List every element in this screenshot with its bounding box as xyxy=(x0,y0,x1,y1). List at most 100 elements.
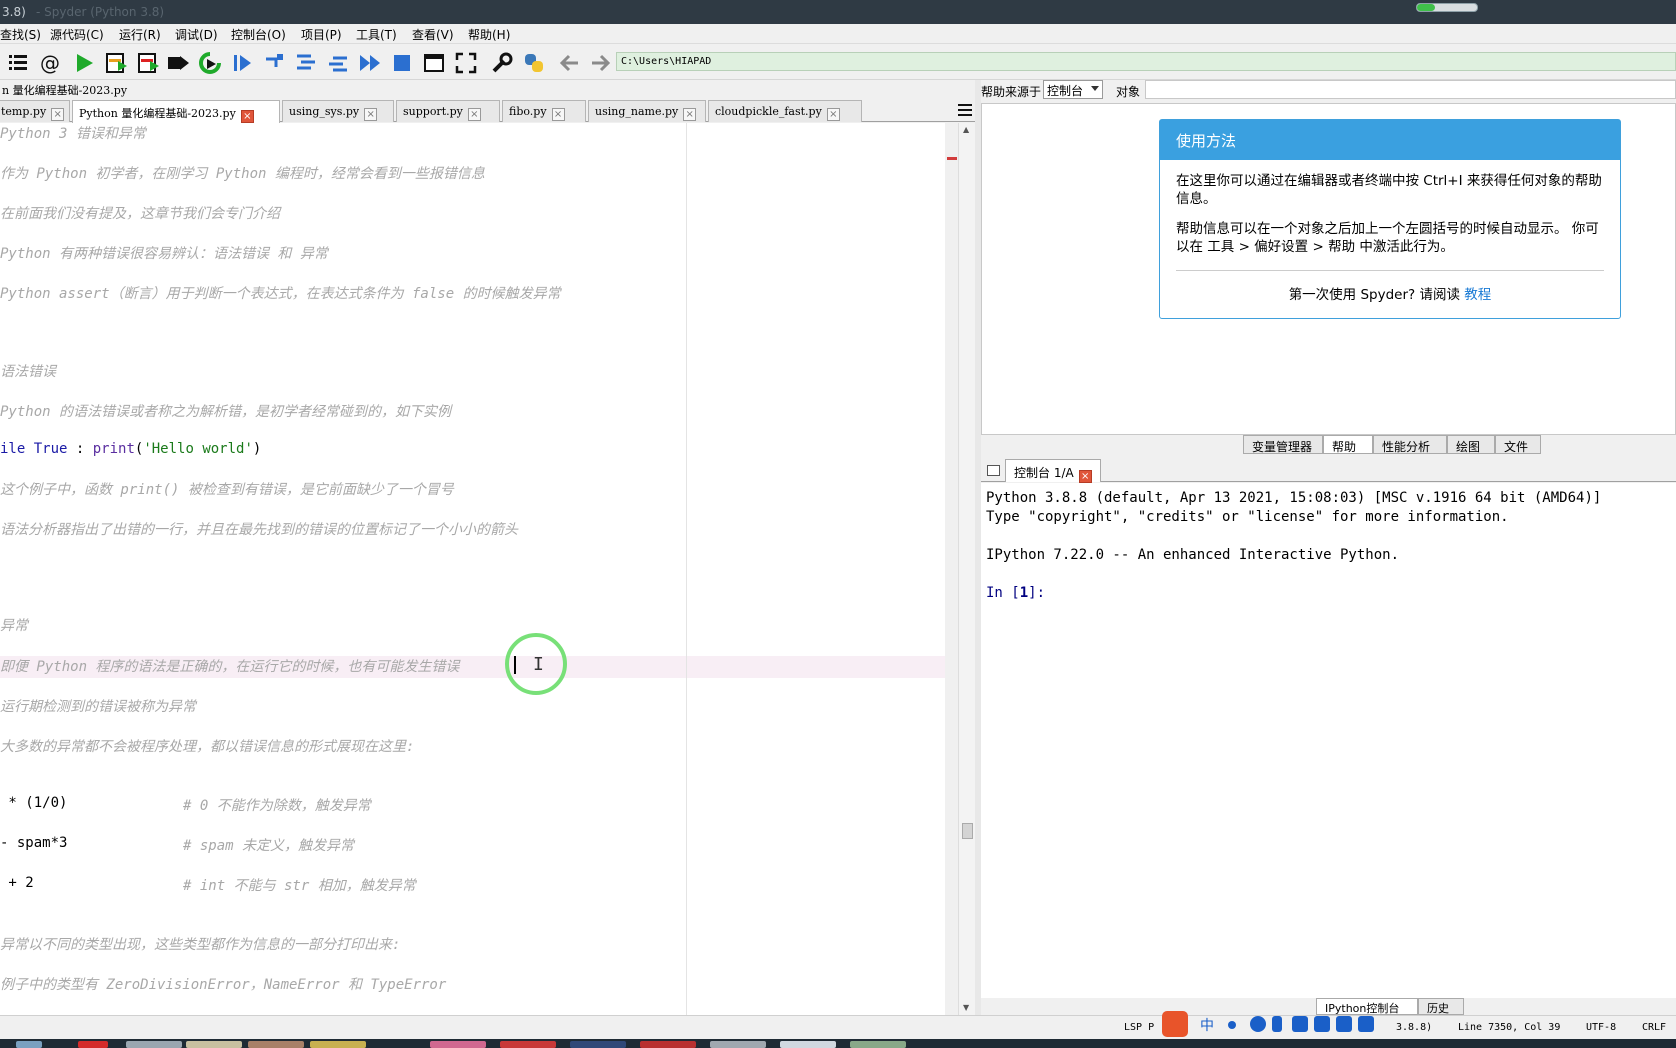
toolbox-icon[interactable] xyxy=(1358,1016,1374,1032)
ime-mode-text[interactable]: 中 xyxy=(1200,1015,1214,1035)
code-line: 即便 Python 程序的语法是正确的，在运行它的时候，也有可能发生错误 xyxy=(0,659,460,675)
tab-cloudpickle-fast[interactable]: cloudpickle_fast.py × xyxy=(708,100,862,122)
close-icon[interactable]: × xyxy=(551,108,565,121)
forward-arrow-icon[interactable] xyxy=(588,51,612,75)
taskbar-item[interactable] xyxy=(310,1041,366,1048)
tab-console-1[interactable]: 控制台 1/A × xyxy=(1005,459,1101,483)
console-line: IPython 7.22.0 -- An enhanced Interactiv… xyxy=(986,547,1400,563)
python-path-icon[interactable] xyxy=(522,51,546,75)
code-editor[interactable]: Python 3 错误和异常 作为 Python 初学者，在刚学习 Python… xyxy=(0,123,945,1016)
taskbar-item[interactable] xyxy=(850,1041,906,1048)
punctuation-icon[interactable] xyxy=(1228,1021,1236,1029)
close-icon[interactable]: × xyxy=(467,108,481,121)
debug-icon[interactable] xyxy=(230,51,254,75)
status-bar: LSP P 3.8.8) Line 7350, Col 39 UTF-8 CRL… xyxy=(0,1015,1676,1039)
menu-source[interactable]: 源代码(C) xyxy=(50,26,104,43)
scroll-up-icon[interactable]: ▲ xyxy=(963,125,969,134)
tab-temp[interactable]: temp.py × xyxy=(0,100,70,122)
tab-profiler[interactable]: 性能分析 xyxy=(1373,435,1447,454)
working-directory-input[interactable]: C:\Users\HIAPAD xyxy=(616,52,1676,71)
menu-tools[interactable]: 工具(T) xyxy=(356,26,397,43)
run-cell-advance-icon[interactable] xyxy=(136,51,160,75)
console-options-icon[interactable] xyxy=(987,465,1000,476)
ipython-console[interactable]: Python 3.8.8 (default, Apr 13 2021, 15:0… xyxy=(981,483,1676,998)
tab-using-sys[interactable]: using_sys.py × xyxy=(282,100,394,122)
scroll-down-icon[interactable]: ▼ xyxy=(963,1003,969,1012)
back-arrow-icon[interactable] xyxy=(558,51,582,75)
step-return-icon[interactable] xyxy=(326,51,350,75)
taskbar-item[interactable] xyxy=(430,1041,486,1048)
edge-line xyxy=(686,123,687,1016)
scrollbar-thumb[interactable] xyxy=(962,823,973,839)
close-icon[interactable]: × xyxy=(51,108,65,121)
tab-support[interactable]: support.py × xyxy=(396,100,500,122)
tab-history[interactable]: 历史 xyxy=(1418,998,1464,1015)
help-source-select[interactable]: 控制台 xyxy=(1043,80,1103,99)
step-into-icon[interactable] xyxy=(294,51,318,75)
menu-project[interactable]: 项目(P) xyxy=(301,26,342,43)
close-icon[interactable]: × xyxy=(364,108,378,121)
preferences-wrench-icon[interactable] xyxy=(490,51,514,75)
taskbar-item[interactable] xyxy=(710,1041,766,1048)
emoji-icon[interactable] xyxy=(1250,1016,1266,1032)
console-line: Type "copyright", "credits" or "license"… xyxy=(986,509,1509,525)
help-footer-text: 第一次使用 Spyder? 请阅读 xyxy=(1288,287,1460,303)
menu-console[interactable]: 控制台(O) xyxy=(231,26,286,43)
close-icon[interactable]: × xyxy=(240,110,254,123)
taskbar-item[interactable] xyxy=(126,1041,182,1048)
taskbar-item[interactable] xyxy=(78,1041,108,1048)
user-icon[interactable] xyxy=(1314,1016,1330,1032)
continue-icon[interactable] xyxy=(358,51,382,75)
fullscreen-icon[interactable] xyxy=(454,51,478,75)
tab-variable-explorer[interactable]: 变量管理器 xyxy=(1243,435,1323,454)
taskbar-item[interactable] xyxy=(570,1041,626,1048)
taskbar-item[interactable] xyxy=(248,1041,304,1048)
outline-list-icon[interactable] xyxy=(6,51,30,75)
code-line: Python 的语法错误或者称之为解析错，是初学者经常碰到的，如下实例 xyxy=(0,404,451,420)
help-toolbar: 帮助来源于 控制台 对象 xyxy=(981,80,1676,102)
taskbar-item[interactable] xyxy=(186,1041,242,1048)
taskbar-item[interactable] xyxy=(780,1041,836,1048)
taskbar-item[interactable] xyxy=(640,1041,696,1048)
run-cell-icon[interactable] xyxy=(104,51,128,75)
help-object-input[interactable] xyxy=(1145,80,1676,99)
titlebar-progress xyxy=(1416,3,1478,12)
close-icon[interactable]: × xyxy=(1078,470,1092,483)
code-builtin: print xyxy=(92,441,135,457)
eol-status: CRLF xyxy=(1642,1022,1667,1033)
menu-run[interactable]: 运行(R) xyxy=(119,26,161,43)
tab-plots[interactable]: 绘图 xyxy=(1447,435,1495,454)
maximize-pane-icon[interactable] xyxy=(422,51,446,75)
editor-scrollbar[interactable]: ▲ ▼ xyxy=(958,123,975,1016)
tab-using-name[interactable]: using_name.py × xyxy=(588,100,706,122)
code-line: 运行期检测到的错误被称为异常 xyxy=(0,699,196,715)
tab-files[interactable]: 文件 xyxy=(1495,435,1541,454)
keyboard-icon[interactable] xyxy=(1292,1016,1308,1032)
tab-help[interactable]: 帮助 xyxy=(1323,435,1373,454)
tutorial-link[interactable]: 教程 xyxy=(1464,287,1491,303)
tab-quant-basics[interactable]: Python 量化编程基础-2023.py × xyxy=(72,100,280,123)
taskbar-item[interactable] xyxy=(500,1041,556,1048)
code-line: Python 3 错误和异常 xyxy=(0,126,146,142)
rerun-icon[interactable] xyxy=(198,51,222,75)
skin-icon[interactable] xyxy=(1336,1016,1352,1032)
menu-search[interactable]: 查找(S) xyxy=(0,26,41,43)
code-comment: # 0 不能作为除数，触发异常 xyxy=(183,798,371,814)
tab-fibo[interactable]: fibo.py × xyxy=(502,100,586,122)
menu-view[interactable]: 查看(V) xyxy=(412,26,454,43)
tab-options-menu-icon[interactable] xyxy=(958,104,972,116)
lsp-status[interactable]: LSP P xyxy=(1124,1022,1154,1033)
at-symbol-icon[interactable]: @ xyxy=(38,51,62,75)
run-icon[interactable] xyxy=(72,51,96,75)
menu-debug[interactable]: 调试(D) xyxy=(175,26,218,43)
taskbar-item[interactable] xyxy=(16,1041,42,1048)
close-icon[interactable]: × xyxy=(826,108,840,121)
menu-help[interactable]: 帮助(H) xyxy=(468,26,510,43)
close-icon[interactable]: × xyxy=(683,108,697,121)
run-selection-icon[interactable] xyxy=(166,51,190,75)
step-icon[interactable] xyxy=(262,51,286,75)
sogou-ime-icon[interactable] xyxy=(1162,1011,1188,1037)
stop-icon[interactable] xyxy=(390,51,414,75)
microphone-icon[interactable] xyxy=(1272,1016,1282,1032)
help-object-label: 对象 xyxy=(1116,85,1141,99)
